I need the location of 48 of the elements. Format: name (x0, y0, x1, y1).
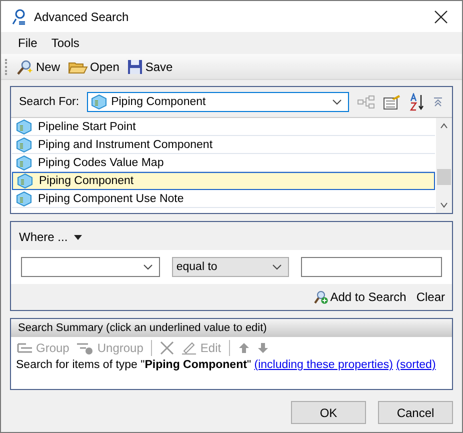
list-item[interactable]: Piping Component (12, 172, 435, 190)
dropdown-arrow-icon (74, 234, 82, 240)
scrollbar[interactable] (436, 118, 452, 213)
summary-link[interactable]: (including these properties) (254, 359, 393, 371)
ungroup-icon (76, 341, 94, 355)
scroll-down-icon[interactable] (440, 202, 448, 208)
add-to-search-button[interactable]: Add to Search (311, 288, 410, 306)
list-item[interactable]: Piping and Instrument Component (12, 136, 435, 154)
operator-dropdown[interactable]: equal to (172, 257, 289, 277)
cube-icon (16, 118, 32, 134)
user-search-icon (12, 8, 26, 24)
property-dropdown[interactable] (21, 257, 160, 277)
where-menu-button[interactable]: Where ... (11, 222, 90, 250)
collapse-icon[interactable] (433, 97, 444, 107)
group-icon (17, 341, 33, 355)
properties-icon[interactable] (383, 94, 402, 110)
search-for-label: Search For: (19, 96, 80, 108)
sort-icon[interactable] (409, 93, 426, 111)
dialog-button[interactable]: Cancel (378, 401, 453, 424)
scroll-up-icon[interactable] (440, 123, 448, 129)
list-item[interactable]: Pipeline Start Point (12, 118, 435, 136)
pencil-icon (181, 341, 198, 355)
menu-item[interactable]: File (11, 36, 44, 50)
clear-button[interactable]: Clear (413, 288, 448, 306)
new-button[interactable]: New (13, 56, 64, 76)
chevron-down-icon (143, 264, 154, 270)
magnifier-icon (16, 58, 34, 74)
value-input[interactable] (301, 257, 442, 277)
chevron-down-icon (272, 264, 282, 270)
magnifier-plus-icon (314, 290, 328, 304)
window-title: Advanced Search (34, 10, 130, 24)
cube-icon (16, 190, 32, 206)
cube-icon (91, 94, 108, 110)
search-for-dropdown[interactable]: Piping Component (87, 92, 350, 112)
summary-link[interactable]: (sorted) (396, 359, 436, 371)
open-button[interactable]: Open (65, 56, 122, 76)
scrollbar-thumb[interactable] (437, 169, 451, 185)
cube-icon (16, 136, 32, 152)
close-icon[interactable] (434, 10, 448, 24)
search-summary-text: Search for items of type "Piping Component" (including these properties) (sorted) (11, 359, 452, 389)
dialog-button[interactable]: OK (291, 401, 366, 424)
chevron-down-icon (332, 99, 342, 105)
cube-icon (17, 173, 33, 189)
save-button[interactable]: Save (124, 56, 176, 76)
summary-header: Search Summary (click an underlined value to edit) (11, 319, 452, 337)
cube-icon (16, 154, 32, 170)
menu-item[interactable]: Tools (44, 36, 86, 50)
list-item[interactable]: Piping Component Use Note (12, 190, 435, 208)
